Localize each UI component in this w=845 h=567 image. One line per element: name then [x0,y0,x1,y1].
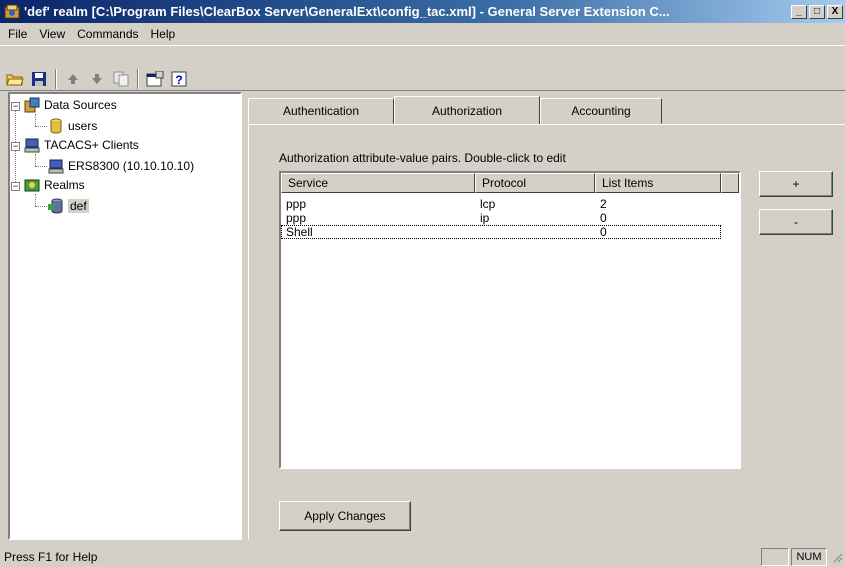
menu-commands[interactable]: Commands [71,27,144,41]
help-icon[interactable]: ? [168,68,190,90]
tree-label: users [68,119,98,133]
cell-protocol: ip [480,211,490,225]
tab-strip: Authentication Authorization Accounting [248,96,662,124]
authorization-caption: Authorization attribute-value pairs. Dou… [279,151,566,165]
resize-grip-icon[interactable] [831,551,843,563]
realm-icon [48,198,63,214]
column-header-filler [721,173,739,193]
tree-view[interactable]: − Data Sources users − TACACS+ Clients E… [8,92,242,540]
tree-label: Realms [44,178,85,192]
cell-service: ppp [286,211,307,225]
cell-protocol [475,225,595,239]
list-row[interactable]: Shell 0 [281,225,721,239]
maximize-button[interactable]: □ [809,4,825,19]
tree-line [35,114,36,126]
list-header: Service Protocol List Items [281,173,739,193]
tree-item-users[interactable]: users [48,117,97,135]
tree-item-client[interactable]: ERS8300 (10.10.10.10) [48,157,194,175]
database-icon [50,118,62,134]
cell-service: ppp [286,197,307,211]
column-header-list-items[interactable]: List Items [595,173,721,193]
menu-file[interactable]: File [2,27,33,41]
cell-list-items: 2 [600,197,607,211]
toolbar-separator [55,69,57,89]
close-button[interactable]: X [827,4,843,19]
toolbar-separator [137,69,139,89]
tree-item-realms[interactable]: Realms [24,176,85,194]
computer-icon [48,159,64,174]
tab-panel: Authorization attribute-value pairs. Dou… [248,124,845,540]
tree-label: def [68,199,89,213]
column-header-protocol[interactable]: Protocol [475,173,595,193]
tree-label: TACACS+ Clients [44,138,139,152]
expander-data-sources[interactable]: − [11,102,20,111]
tree-label: Data Sources [44,98,117,112]
tree-item-tacacs-clients[interactable]: TACACS+ Clients [24,136,139,154]
tree-item-def[interactable]: def [48,197,89,215]
svg-text:?: ? [175,73,182,87]
content-pane: Authentication Authorization Accounting … [248,92,845,540]
save-icon[interactable] [28,68,50,90]
apply-changes-button[interactable]: Apply Changes [279,501,411,531]
status-num: NUM [791,547,827,566]
open-folder-icon[interactable] [4,68,26,90]
menu-bar: File View Commands Help [0,23,845,45]
expander-tacacs-clients[interactable]: − [11,142,20,151]
copy-icon[interactable] [110,68,132,90]
add-button[interactable]: + [759,171,833,197]
tab-authorization[interactable]: Authorization [394,96,540,124]
window-title: 'def' realm [C:\Program Files\ClearBox S… [24,4,670,19]
minimize-button[interactable]: _ [791,4,807,19]
app-icon [4,4,20,18]
cell-list-items: 0 [600,225,607,239]
column-header-service[interactable]: Service [281,173,475,193]
tree-item-data-sources[interactable]: Data Sources [24,96,117,114]
remove-button[interactable]: - [759,209,833,235]
tree-line [35,194,36,206]
tree-line [35,126,47,127]
move-down-icon[interactable] [86,68,108,90]
authorization-list[interactable]: Service Protocol List Items ppp lcp 2 pp… [279,171,741,469]
tree-line [35,154,36,166]
tree-line [35,206,47,207]
tab-authentication[interactable]: Authentication [248,98,394,124]
properties-icon[interactable] [144,68,166,90]
toolbar: ? [0,45,845,91]
menu-help[interactable]: Help [145,27,182,41]
title-bar: 'def' realm [C:\Program Files\ClearBox S… [0,0,845,23]
computer-icon [24,138,40,153]
status-text: Press F1 for Help [4,549,98,564]
move-up-icon[interactable] [62,68,84,90]
cell-service: Shell [286,225,313,239]
data-sources-icon [24,97,40,113]
expander-realms[interactable]: − [11,182,20,191]
tab-accounting[interactable]: Accounting [540,98,662,124]
status-bar: Press F1 for Help NUM [0,546,845,567]
cell-protocol: lcp [480,197,496,211]
realms-icon [24,179,40,192]
cell-list-items: 0 [600,211,607,225]
status-panel-empty [761,547,789,566]
list-row[interactable]: ppp lcp 2 [281,197,739,211]
tree-line [35,166,47,167]
list-row[interactable]: ppp ip 0 [281,211,739,225]
tree-label: ERS8300 (10.10.10.10) [68,159,195,173]
menu-view[interactable]: View [33,27,71,41]
